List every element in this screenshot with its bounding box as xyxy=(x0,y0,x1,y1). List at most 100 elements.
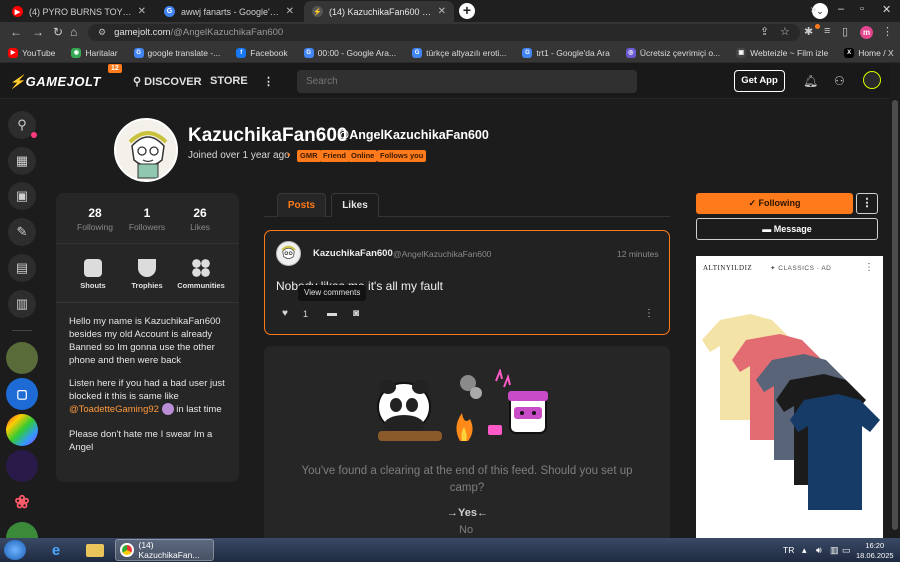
quick-label: Shouts xyxy=(80,281,106,290)
get-app-button[interactable]: Get App xyxy=(734,70,785,92)
post-author-name[interactable]: KazuchikaFan600 xyxy=(313,248,393,259)
bookmark-x[interactable]: X Home / X xyxy=(844,47,894,58)
share-icon[interactable]: ⇪ xyxy=(760,25,769,38)
friends-icon[interactable]: ⚇ xyxy=(834,74,845,88)
battery-icon[interactable]: ▭ xyxy=(842,545,851,556)
like-button[interactable]: ♥ xyxy=(282,308,288,319)
stat-following[interactable]: 28 Following xyxy=(65,206,125,232)
chat-icon: ▤ xyxy=(15,260,29,275)
post-author-handle[interactable]: @AngelKazuchikaFan600 xyxy=(393,249,491,259)
home-icon[interactable]: ⌂ xyxy=(70,25,77,39)
close-icon[interactable]: ✕ xyxy=(438,6,446,17)
speech-bubble-icon xyxy=(84,259,102,277)
divider xyxy=(56,302,239,303)
communities-button[interactable]: Communities xyxy=(171,259,231,290)
message-button[interactable]: ▬ Message xyxy=(696,218,878,240)
internet-explorer-icon[interactable]: e xyxy=(43,540,69,560)
media-icon[interactable]: ≡ xyxy=(824,25,830,37)
profile-avatar[interactable]: m xyxy=(860,26,873,39)
tab-posts[interactable]: Posts xyxy=(277,193,326,217)
gamejolt-header: ⚡GAMEJOLT 12 ⚲ DISCOVER STORE ⋮ Get App … xyxy=(0,63,890,99)
dark-community[interactable] xyxy=(6,450,38,482)
site-info-icon[interactable]: ⚙ xyxy=(98,27,106,38)
profile-more-button[interactable]: ⋮ xyxy=(856,193,878,214)
post-timestamp[interactable]: 12 minutes xyxy=(617,249,659,259)
set-up-camp-no-button[interactable]: No xyxy=(459,524,473,536)
set-up-camp-yes-button[interactable]: →Yes← xyxy=(447,507,488,519)
clock[interactable]: 16:20 18.06.2025 xyxy=(856,541,894,561)
new-tab-button[interactable]: + xyxy=(459,3,475,19)
back-icon[interactable]: ← xyxy=(10,25,22,39)
address-bar[interactable]: ⚙ gamejolt.com/@AngelKazuchikaFan600 xyxy=(88,24,800,41)
browser-tab-youtube[interactable]: ▶ (4) PYRO BURNS TOY FREDDY || ... ✕ xyxy=(4,1,154,22)
close-icon[interactable]: ✕ xyxy=(138,6,146,17)
language-indicator[interactable]: TR xyxy=(783,545,794,555)
search-input[interactable] xyxy=(297,70,637,93)
network-icon[interactable]: ▥ xyxy=(830,545,839,556)
bookmark-youtube[interactable]: ▶ YouTube xyxy=(8,47,56,58)
reload-icon[interactable]: ↻ xyxy=(53,25,63,39)
volume-icon[interactable]: 🔊︎ xyxy=(816,545,822,556)
browser-tab-google[interactable]: G awwj fanarts - Google'da Ara ✕ xyxy=(156,1,302,22)
roblox-community[interactable]: ▢ xyxy=(6,378,38,410)
store-link[interactable]: STORE xyxy=(210,75,248,87)
following-button[interactable]: ✓ Following xyxy=(696,193,853,214)
profile-avatar[interactable] xyxy=(114,118,178,182)
rail-quests-button[interactable]: ✎ xyxy=(8,218,36,246)
bookmark-webteizle[interactable]: ▣ Webteizle ~ Film izle xyxy=(736,47,828,58)
bell-icon[interactable]: 🔔︎ xyxy=(803,74,818,88)
user-mention-link[interactable]: @ToadetteGaming92 xyxy=(69,404,159,415)
gamejolt-logo[interactable]: ⚡GAMEJOLT xyxy=(9,74,101,90)
rail-backpack-button[interactable]: ▣ xyxy=(8,182,36,210)
browser-tab-gamejolt[interactable]: ⚡ (14) KazuchikaFan600 (@AngelK... ✕ xyxy=(304,1,454,22)
extensions-icon[interactable]: ✱ xyxy=(804,25,813,38)
bookmark-free-online[interactable]: ◎ Ücretsiz çevrimiçi o... xyxy=(625,47,720,58)
backpack-icon: ▣ xyxy=(15,188,29,203)
discover-link[interactable]: ⚲ DISCOVER xyxy=(133,75,202,88)
comment-button[interactable]: ▬ xyxy=(327,308,337,319)
stat-likes[interactable]: 26 Likes xyxy=(170,206,230,232)
x-icon: X xyxy=(844,47,855,58)
close-icon[interactable]: ✕ xyxy=(286,6,294,17)
bookmark-trt1[interactable]: Gtrt1 - Google'da Ara xyxy=(522,47,610,58)
rail-chat-button[interactable]: ▤ xyxy=(8,254,36,282)
tab-likes[interactable]: Likes xyxy=(331,193,379,217)
ad-menu-button[interactable]: ⋮ xyxy=(864,262,874,273)
maximize-icon[interactable]: ▫ xyxy=(860,3,864,15)
side-panel-icon[interactable]: ▯ xyxy=(842,25,848,38)
bookmark-google-search-2[interactable]: Gtürkçe altyazılı eroti... xyxy=(412,47,506,58)
star-icon[interactable]: ☆ xyxy=(780,25,790,38)
post-menu-button[interactable]: ⋮ xyxy=(644,308,654,319)
more-menu-icon[interactable]: ⋮ xyxy=(263,75,274,88)
forward-icon[interactable]: → xyxy=(32,25,44,39)
user-avatar[interactable] xyxy=(863,71,881,89)
fnaf-community[interactable]: ❀ xyxy=(6,486,38,518)
chrome-menu-icon[interactable]: ⋮ xyxy=(882,25,893,38)
bookmark-facebook[interactable]: f Facebook xyxy=(236,47,288,58)
shouts-button[interactable]: Shouts xyxy=(63,259,123,290)
trophies-button[interactable]: Trophies xyxy=(117,259,177,290)
rail-library-button[interactable]: ▥ xyxy=(8,290,36,318)
start-button[interactable] xyxy=(4,540,26,560)
minimize-icon[interactable]: – xyxy=(838,3,844,15)
pride-community[interactable] xyxy=(6,414,38,446)
tray-expand-icon[interactable]: ▴ xyxy=(802,545,807,556)
bookmark-label: YouTube xyxy=(22,47,56,58)
file-explorer-icon[interactable] xyxy=(82,540,108,560)
film-icon: ▣ xyxy=(736,47,747,58)
sticker-button[interactable]: ◙ xyxy=(353,308,359,319)
close-window-icon[interactable]: ✕ xyxy=(882,3,891,16)
bookmark-maps[interactable]: ◉ Haritalar xyxy=(71,47,118,58)
bookmark-google-search[interactable]: G 00:00 - Google Ara... xyxy=(303,47,396,58)
taskbar-chrome-window[interactable]: (14) KazuchikaFan... xyxy=(115,539,214,561)
stat-followers[interactable]: 1 Followers xyxy=(117,206,177,232)
post-author-avatar[interactable] xyxy=(276,241,301,266)
community-avatar[interactable] xyxy=(6,342,38,374)
quick-label: Communities xyxy=(177,281,225,290)
bookmarks-overflow-icon[interactable]: » xyxy=(810,4,816,15)
bookmark-translate[interactable]: Ggoogle translate -... xyxy=(133,47,220,58)
rail-store-button[interactable]: ▦ xyxy=(8,147,36,175)
scrollbar-thumb[interactable] xyxy=(892,100,898,530)
taskbar-window-label: (14) KazuchikaFan... xyxy=(138,540,200,560)
tooltip: View comments xyxy=(298,285,367,301)
